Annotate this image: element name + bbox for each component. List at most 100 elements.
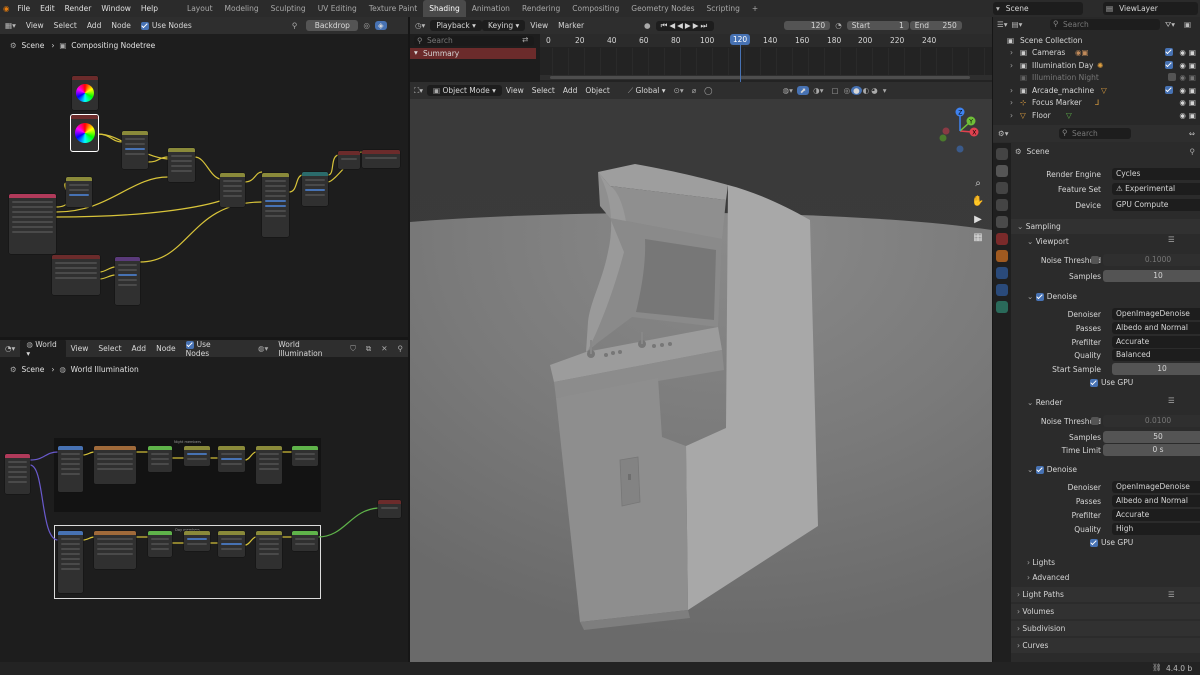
menu-file[interactable]: File	[13, 4, 36, 13]
expand-icon[interactable]: ›	[1010, 48, 1013, 57]
tab-scripting[interactable]: Scripting	[701, 0, 746, 17]
presets-icon[interactable]: ☰	[1168, 587, 1175, 602]
render-use-gpu-checkbox[interactable]: Use GPU	[1090, 538, 1133, 547]
viewlayer-selector[interactable]: ▤ ViewLayer	[1103, 2, 1198, 15]
denoise-checkbox[interactable]	[1035, 293, 1044, 301]
advanced-subpanel-header[interactable]: › Advanced	[1027, 571, 1069, 584]
math-node-night[interactable]	[148, 446, 172, 472]
include-checkbox[interactable]	[1165, 85, 1174, 94]
add-workspace-button[interactable]: +	[746, 0, 764, 17]
outliner-root[interactable]: ▣ Scene Collection	[993, 34, 1200, 47]
lens-distortion-node[interactable]	[115, 257, 140, 305]
mix-node-2[interactable]	[122, 131, 148, 169]
object-tab-icon[interactable]	[996, 250, 1008, 262]
shading-wireframe-icon[interactable]: ◎	[843, 86, 852, 95]
render-tab-icon[interactable]	[996, 165, 1008, 177]
view-layer-tab-icon[interactable]	[996, 199, 1008, 211]
world-node-editor[interactable]: ◔▾ ◍ World ▾ View Select Add Node Use No…	[0, 340, 408, 662]
denoise-checkbox[interactable]	[1035, 466, 1044, 474]
zoom-icon[interactable]: ⌕	[970, 178, 986, 189]
camera-render-icon[interactable]: ▣	[1189, 73, 1196, 82]
expand-icon[interactable]: ›	[1010, 86, 1013, 95]
mode-select[interactable]: ▣ Object Mode ▾	[427, 85, 502, 96]
noise-threshold-checkbox[interactable]	[1091, 256, 1099, 264]
noise-threshold-checkbox[interactable]	[1091, 417, 1099, 425]
keying-menu[interactable]: Keying ▾	[481, 20, 526, 31]
environment-texture-day[interactable]	[94, 531, 136, 569]
quality-select[interactable]: Balanced▾	[1112, 349, 1200, 361]
image-node[interactable]	[52, 255, 100, 295]
math-node-day[interactable]	[148, 531, 172, 557]
color-wheel-node[interactable]	[72, 76, 98, 110]
mapping-node-night[interactable]	[58, 446, 83, 492]
tab-layout[interactable]: Layout	[181, 0, 219, 17]
tab-uv-editing[interactable]: UV Editing	[312, 0, 363, 17]
menu-help[interactable]: Help	[136, 4, 163, 13]
lights-subpanel-header[interactable]: › Lights	[1027, 556, 1055, 569]
denoiser-select[interactable]: OpenImageDenoise▾	[1112, 481, 1200, 493]
eye-icon[interactable]: ◉	[1179, 48, 1186, 57]
tab-rendering[interactable]: Rendering	[516, 0, 566, 17]
shading-rendered-icon[interactable]: ◕	[870, 86, 879, 95]
menu-view[interactable]: View	[525, 21, 553, 30]
menu-edit[interactable]: Edit	[35, 4, 60, 13]
color-wheel-node-selected[interactable]	[71, 115, 98, 151]
viewport-subpanel-header[interactable]: ⌄ Viewport	[1027, 235, 1069, 248]
swap-icon[interactable]: ⇄	[522, 35, 528, 44]
tool-tab-icon[interactable]	[996, 148, 1008, 160]
hue-sat-node-night[interactable]	[218, 446, 245, 472]
color-balance-node[interactable]	[262, 173, 289, 237]
editor-type-icon[interactable]: ⛶▾	[410, 86, 427, 96]
menu-view[interactable]: View	[502, 86, 528, 95]
new-collection-icon[interactable]: ▣	[1184, 20, 1191, 29]
pan-hand-icon[interactable]: ✋	[970, 196, 986, 207]
menu-select[interactable]: Select	[528, 86, 559, 95]
camera-render-icon[interactable]: ▣	[1189, 98, 1196, 107]
curves-panel-header[interactable]: › Curves	[1011, 638, 1200, 653]
lock-icon[interactable]: ▦	[970, 232, 986, 243]
timeline-editor[interactable]: ◷▾ Playback ▾ Keying ▾ View Marker ● ⏮◀◀…	[410, 17, 992, 82]
noise-threshold-field[interactable]: 0.1000	[1103, 254, 1200, 266]
expand-icon[interactable]: ›	[1010, 98, 1013, 107]
tab-texture-paint[interactable]: Texture Paint	[363, 0, 423, 17]
camera-render-icon[interactable]: ▣	[1189, 111, 1196, 120]
outliner-item-illumination-day[interactable]: › ▣ Illumination Day ✺ ◉ ▣	[993, 59, 1200, 72]
render-denoise-header[interactable]: ⌄ Denoise	[1027, 463, 1077, 476]
camera-render-icon[interactable]: ▣	[1189, 86, 1196, 95]
shading-solid-icon[interactable]: ●	[851, 86, 862, 95]
tab-geometry-nodes[interactable]: Geometry Nodes	[625, 0, 700, 17]
composite-node[interactable]	[338, 151, 360, 169]
include-checkbox[interactable]	[1165, 60, 1174, 69]
camera-render-icon[interactable]: ▣	[1189, 61, 1196, 70]
include-checkbox[interactable]	[1168, 73, 1177, 82]
outliner-item-illumination-night[interactable]: ▣ Illumination Night ◉ ▣	[993, 72, 1200, 85]
play-icon[interactable]: ▶	[685, 21, 693, 30]
scene-selector[interactable]: ▾ Scene	[993, 2, 1083, 15]
visibility-icon[interactable]: ◍▾	[779, 86, 797, 95]
texture-coordinate-node[interactable]	[5, 454, 30, 494]
tab-animation[interactable]: Animation	[466, 0, 516, 17]
eye-icon[interactable]: ◉	[1179, 86, 1186, 95]
record-icon[interactable]: ●	[639, 21, 656, 30]
viewport-denoise-header[interactable]: ⌄ Denoise	[1027, 290, 1077, 303]
tab-shading[interactable]: Shading	[423, 0, 466, 17]
hue-sat-node-day[interactable]	[218, 531, 245, 557]
summary-channel[interactable]: ▾ Summary	[410, 48, 536, 59]
properties-editor[interactable]: ⚙▾ ⚲ Search ⇔ ⚙ Scene ⚲ Render Engine Cy…	[993, 125, 1200, 662]
prefilter-select[interactable]: Accurate▾	[1112, 336, 1200, 348]
navigation-gizmo[interactable]: X Y Z	[935, 105, 985, 159]
prefilter-select[interactable]: Accurate▾	[1112, 509, 1200, 521]
time-limit-field[interactable]: 0 s	[1103, 444, 1200, 456]
include-checkbox[interactable]	[1165, 48, 1174, 57]
pivot-icon[interactable]: ⊙▾	[670, 86, 688, 95]
physics-tab-icon[interactable]	[996, 267, 1008, 279]
editor-type-icon[interactable]: ◷▾	[410, 21, 430, 30]
editor-type-icon[interactable]: ☰▾	[993, 20, 1012, 29]
denoiser-select[interactable]: OpenImageDenoise▾	[1112, 308, 1200, 320]
playhead-frame-label[interactable]: 120	[730, 34, 750, 45]
viewport-use-gpu-checkbox[interactable]: Use GPU	[1090, 378, 1133, 387]
menu-object[interactable]: Object	[581, 86, 613, 95]
quality-select[interactable]: High▾	[1112, 523, 1200, 535]
mix-shader-node-night[interactable]	[256, 446, 282, 484]
device-select[interactable]: GPU Compute▾	[1112, 199, 1200, 211]
